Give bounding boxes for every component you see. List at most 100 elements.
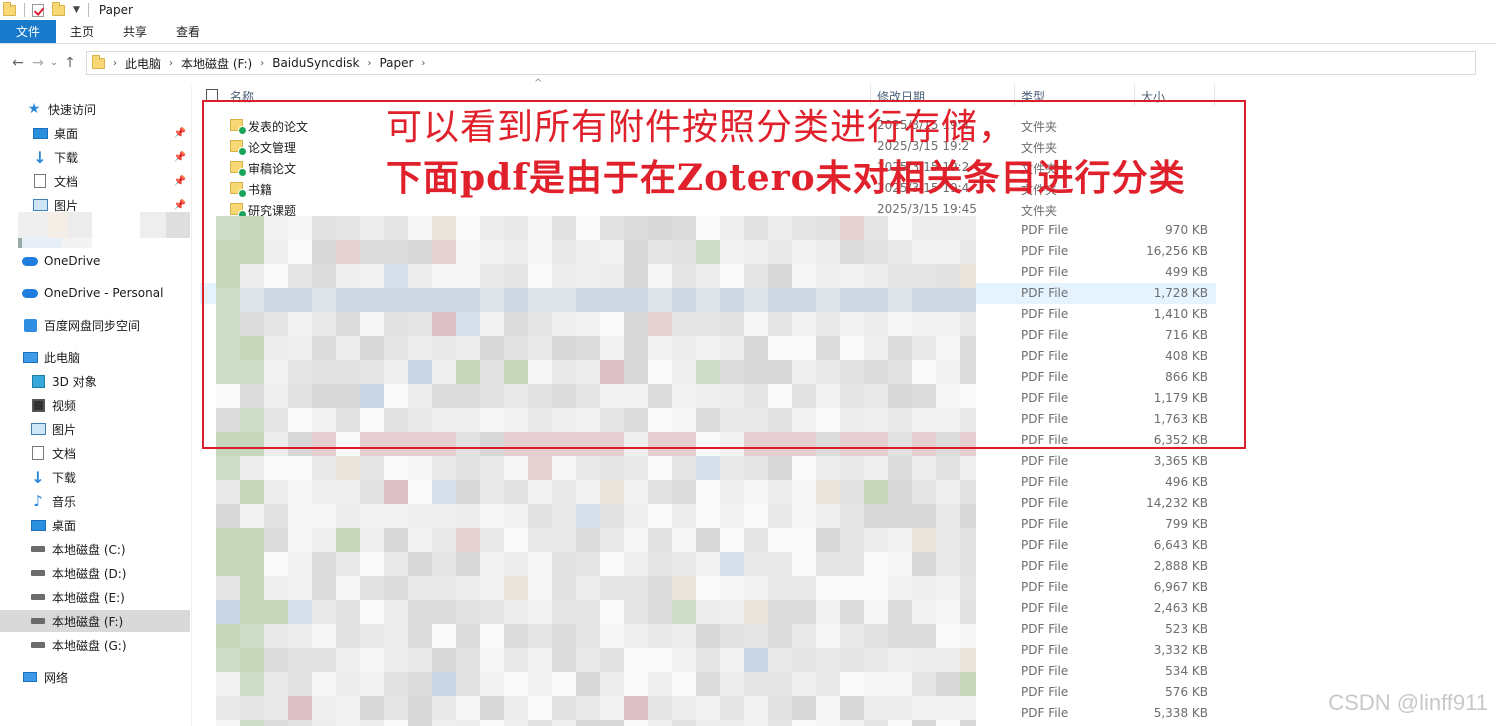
mosaic-tile — [960, 552, 976, 576]
sidebar-item-drive-d[interactable]: 本地磁盘 (D:) — [0, 562, 190, 584]
sidebar-item-videos[interactable]: 视频 — [0, 394, 190, 416]
mosaic-tile — [480, 600, 504, 624]
sidebar-item-documents[interactable]: 文档 📌 — [0, 170, 190, 192]
mosaic-tile — [432, 480, 456, 504]
mosaic-tile — [504, 456, 528, 480]
desktop-icon — [32, 125, 48, 141]
breadcrumb-paper[interactable]: Paper — [375, 56, 417, 70]
sidebar-item-desktop[interactable]: 桌面 📌 — [0, 122, 190, 144]
file-type: PDF File — [1021, 538, 1069, 552]
mosaic-tile — [600, 672, 624, 696]
mosaic-tile — [408, 576, 432, 600]
network-icon — [22, 669, 38, 685]
sidebar-item-drive-g[interactable]: 本地磁盘 (G:) — [0, 634, 190, 656]
mosaic-tile — [720, 480, 744, 504]
sidebar-item-onedrive-personal[interactable]: OneDrive - Personal — [0, 282, 190, 304]
mosaic-tile — [600, 624, 624, 648]
pin-icon[interactable]: 📌 — [174, 176, 186, 187]
mosaic-tile — [936, 600, 960, 624]
up-arrow-icon[interactable]: ↑ — [60, 52, 80, 74]
file-explorer-window: ▼ Paper 文件 主页 共享 查看 ← → ⌄ ↑ › 此电脑 › 本地磁盘… — [0, 0, 1496, 726]
mosaic-tile — [912, 480, 936, 504]
mosaic-tile — [720, 624, 744, 648]
mosaic-tile — [936, 672, 960, 696]
mosaic-tile — [768, 480, 792, 504]
mosaic-tile — [408, 552, 432, 576]
mosaic-tile — [408, 456, 432, 480]
folder-icon — [91, 54, 105, 70]
mosaic-tile — [432, 528, 456, 552]
pin-icon[interactable]: 📌 — [174, 128, 186, 139]
mosaic-tile — [960, 648, 976, 672]
sidebar-item-onedrive[interactable]: OneDrive — [0, 250, 190, 272]
tab-file[interactable]: 文件 — [0, 20, 56, 43]
sidebar-item-baidu-sync[interactable]: 百度网盘同步空间 — [0, 314, 190, 336]
mosaic-tile — [216, 480, 240, 504]
mosaic-tile — [600, 720, 624, 726]
sidebar-item-downloads[interactable]: ↓ 下载 📌 — [0, 146, 190, 168]
breadcrumb-separator-icon[interactable]: › — [256, 58, 268, 69]
back-arrow-icon[interactable]: ← — [8, 52, 28, 74]
new-folder-icon[interactable] — [51, 1, 65, 17]
mosaic-tile — [528, 528, 552, 552]
mosaic-tile — [840, 552, 864, 576]
pin-icon[interactable]: 📌 — [174, 200, 186, 211]
pin-icon[interactable]: 📌 — [174, 152, 186, 163]
mosaic-tile — [384, 480, 408, 504]
sidebar-item-quick-access[interactable]: ★ 快速访问 — [0, 98, 190, 120]
mosaic-tile — [624, 720, 648, 726]
video-icon — [30, 397, 46, 413]
breadcrumb-separator-icon[interactable]: › — [109, 58, 121, 69]
file-type: PDF File — [1021, 454, 1069, 468]
annotation-highlight-box — [202, 100, 1246, 449]
file-size: 576 KB — [1165, 685, 1208, 699]
mosaic-tile — [744, 696, 768, 720]
sidebar-item-drive-f[interactable]: 本地磁盘 (F:) — [0, 610, 190, 632]
properties-check-icon[interactable] — [31, 3, 45, 17]
customize-toolbar-dropdown-icon[interactable]: ▼ — [73, 5, 80, 15]
sidebar-item-network[interactable]: 网络 — [0, 666, 190, 688]
sidebar-item-pictures-pc[interactable]: 图片 — [0, 418, 190, 440]
tab-view[interactable]: 查看 — [162, 20, 214, 43]
forward-arrow-icon[interactable]: → — [28, 52, 48, 74]
mosaic-tile — [840, 504, 864, 528]
breadcrumb-separator-icon[interactable]: › — [417, 58, 429, 69]
mosaic-tile — [432, 552, 456, 576]
sidebar-item-downloads-pc[interactable]: ↓ 下载 — [0, 466, 190, 488]
mosaic-tile — [576, 480, 600, 504]
recent-locations-chevron-icon[interactable]: ⌄ — [48, 52, 60, 74]
mosaic-tile — [912, 552, 936, 576]
mosaic-tile — [840, 648, 864, 672]
cloud-icon — [22, 285, 38, 301]
mosaic-tile — [792, 504, 816, 528]
mosaic-tile — [912, 576, 936, 600]
breadcrumb-separator-icon[interactable]: › — [165, 58, 177, 69]
mosaic-tile — [480, 648, 504, 672]
mosaic-tile — [672, 576, 696, 600]
address-bar[interactable]: › 此电脑 › 本地磁盘 (F:) › BaiduSyncdisk › Pape… — [86, 51, 1476, 75]
sidebar-item-documents-pc[interactable]: 文档 — [0, 442, 190, 464]
mosaic-tile — [288, 576, 312, 600]
picture-icon — [32, 197, 48, 213]
mosaic-tile — [480, 528, 504, 552]
mosaic-tile — [648, 672, 672, 696]
sidebar-item-3d-objects[interactable]: 3D 对象 — [0, 370, 190, 392]
sidebar-item-music[interactable]: ♪ 音乐 — [0, 490, 190, 512]
mosaic-tile — [576, 648, 600, 672]
breadcrumb-baidusyncdisk[interactable]: BaiduSyncdisk — [268, 56, 363, 70]
sidebar-item-desktop-pc[interactable]: 桌面 — [0, 514, 190, 536]
mosaic-tile — [864, 576, 888, 600]
breadcrumb-separator-icon[interactable]: › — [363, 58, 375, 69]
sidebar-item-this-pc[interactable]: 此电脑 — [0, 346, 190, 368]
tab-share[interactable]: 共享 — [108, 20, 162, 43]
sidebar-item-drive-e[interactable]: 本地磁盘 (E:) — [0, 586, 190, 608]
mosaic-tile — [768, 528, 792, 552]
mosaic-tile — [288, 624, 312, 648]
mosaic-tile — [672, 528, 696, 552]
sidebar-item-label: 本地磁盘 (F:) — [52, 614, 124, 629]
breadcrumb-this-pc[interactable]: 此电脑 — [121, 55, 165, 72]
tab-home[interactable]: 主页 — [56, 20, 108, 43]
sidebar-item-drive-c[interactable]: 本地磁盘 (C:) — [0, 538, 190, 560]
mosaic-tile — [360, 696, 384, 720]
breadcrumb-drive-f[interactable]: 本地磁盘 (F:) — [177, 55, 256, 72]
